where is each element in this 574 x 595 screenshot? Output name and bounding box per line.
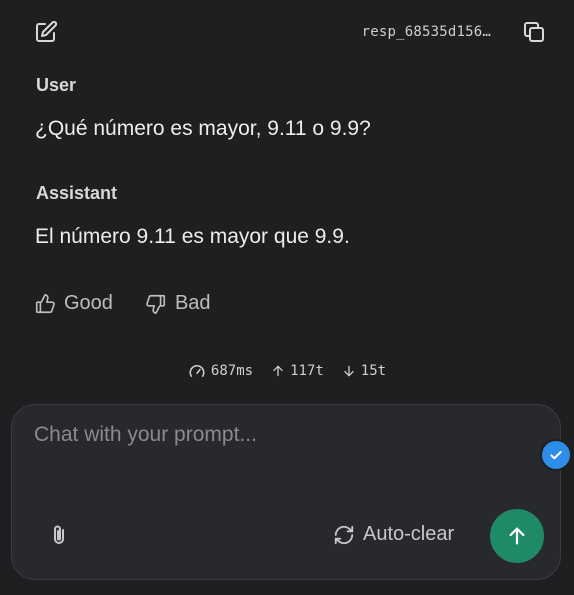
latency-value: 687ms <box>210 363 254 379</box>
thumbs-up-icon <box>35 293 55 313</box>
copy-icon[interactable] <box>521 19 547 45</box>
user-role-label: User <box>36 75 77 95</box>
assistant-role-label: Assistant <box>36 183 118 203</box>
auto-clear-label: Auto-clear <box>363 523 455 545</box>
arrow-up-icon <box>509 527 525 545</box>
assistant-message: El número 9.11 es mayor que 9.9. <box>35 225 350 248</box>
refresh-icon <box>334 525 354 544</box>
page: resp_68535d156… User ¿Qué número es mayo… <box>0 0 574 595</box>
prompt-composer: Auto-clear <box>11 404 561 580</box>
tokens-in-stat: 117t <box>271 362 324 380</box>
latency-stat: 687ms <box>188 362 253 380</box>
arrow-down-icon <box>344 365 354 377</box>
bad-button[interactable]: Bad <box>145 292 211 315</box>
prompt-input[interactable] <box>34 423 534 483</box>
check-badge-icon[interactable] <box>540 439 572 471</box>
response-stats: 687ms 117t 15t <box>0 362 574 380</box>
bad-label: Bad <box>174 292 211 314</box>
tokens-out-stat: 15t <box>342 362 386 380</box>
tokens-out-value: 15t <box>360 363 387 379</box>
gauge-icon <box>189 365 205 377</box>
response-id: resp_68535d156… <box>361 24 491 40</box>
send-button[interactable] <box>490 509 544 563</box>
auto-clear-toggle[interactable]: Auto-clear <box>333 523 454 546</box>
user-message: ¿Qué número es mayor, 9.11 o 9.9? <box>35 117 371 140</box>
topbar-right: resp_68535d156… <box>362 19 547 45</box>
top-bar: resp_68535d156… <box>33 16 547 48</box>
thumbs-down-icon <box>146 294 166 314</box>
good-button[interactable]: Good <box>34 292 113 315</box>
attach-icon[interactable] <box>46 523 72 549</box>
tokens-in-value: 117t <box>290 363 324 379</box>
good-label: Good <box>64 292 113 314</box>
edit-icon[interactable] <box>33 19 59 45</box>
arrow-up-icon <box>273 365 283 377</box>
feedback-bar: Good Bad <box>34 292 211 315</box>
